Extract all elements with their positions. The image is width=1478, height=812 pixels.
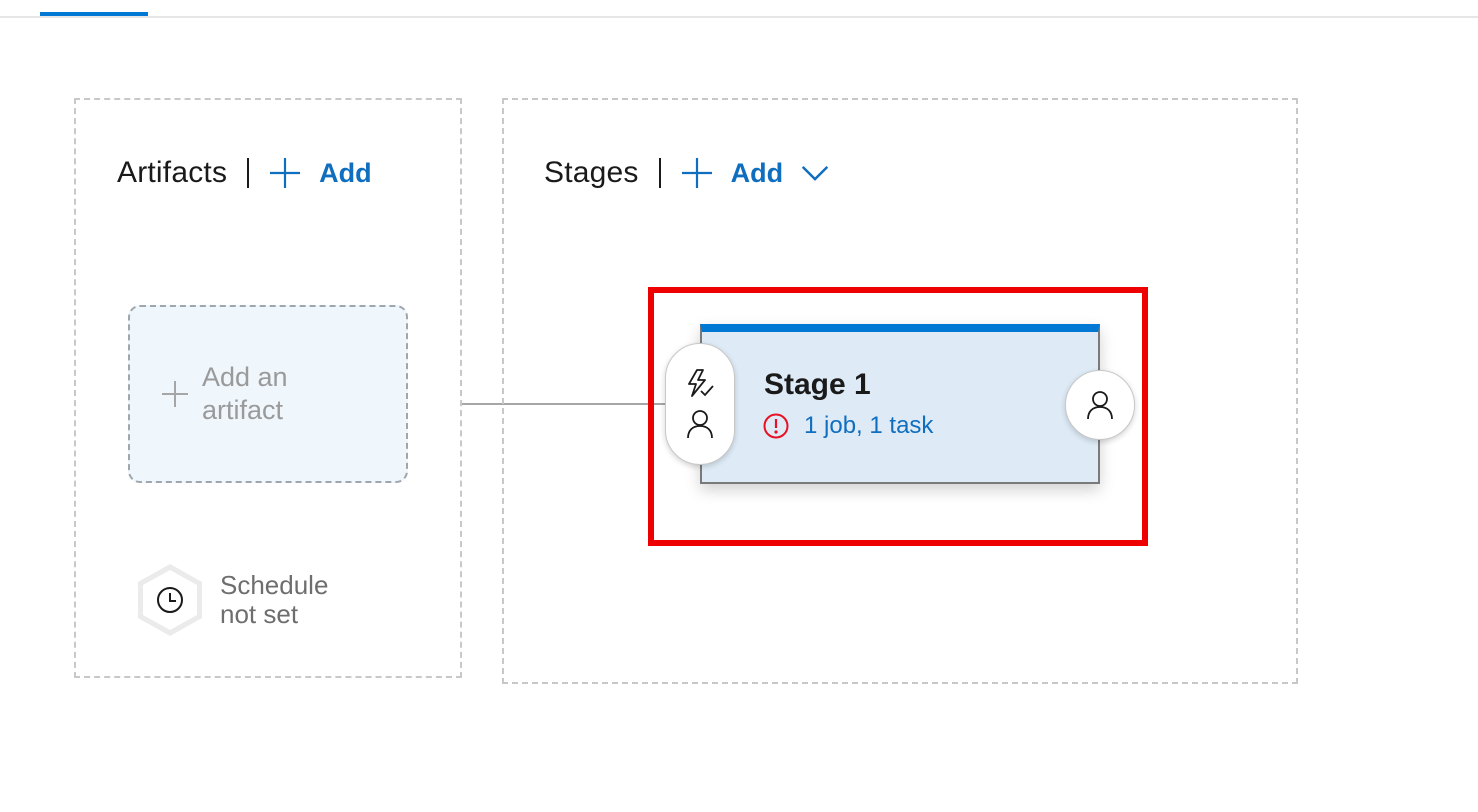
lightning-check-icon[interactable]	[683, 367, 717, 401]
tab-strip-divider	[0, 16, 1478, 18]
schedule-trigger[interactable]: Schedule not set	[132, 562, 328, 638]
stage-card[interactable]: Stage 1 1 job, 1 task	[700, 324, 1100, 484]
add-artifact-button[interactable]: Add	[269, 157, 372, 189]
add-artifact-placeholder[interactable]: Add an artifact	[128, 305, 408, 483]
release-pipeline-canvas: Artifacts Add Add an artifact Schedule n…	[0, 0, 1478, 812]
chevron-down-icon[interactable]	[799, 157, 831, 189]
stage-name: Stage 1	[764, 368, 871, 401]
active-tab-indicator[interactable]	[40, 12, 148, 16]
plus-icon	[681, 158, 712, 188]
pre-deployment-conditions	[665, 343, 735, 465]
add-stage-button[interactable]: Add	[681, 157, 849, 189]
plus-icon	[162, 381, 188, 407]
artifacts-header: Artifacts Add	[117, 153, 372, 193]
schedule-label: Schedule not set	[220, 570, 329, 629]
add-artifact-text: Add an artifact	[202, 362, 288, 425]
artifacts-title: Artifacts	[117, 156, 228, 189]
add-stage-label: Add	[730, 157, 784, 188]
header-separator	[658, 158, 661, 188]
error-icon	[763, 413, 789, 439]
clock-icon	[138, 564, 202, 636]
plus-icon	[270, 158, 301, 188]
header-separator	[247, 158, 250, 188]
post-deployment-approvals[interactable]	[1065, 370, 1135, 440]
person-icon[interactable]	[683, 407, 717, 441]
person-icon	[1087, 391, 1113, 420]
stages-title: Stages	[544, 156, 639, 189]
stage-tasks-link[interactable]: 1 job, 1 task	[804, 412, 933, 440]
add-artifact-label: Add	[319, 157, 372, 188]
stage-status: 1 job, 1 task	[762, 412, 933, 440]
stages-header: Stages Add	[544, 153, 849, 193]
